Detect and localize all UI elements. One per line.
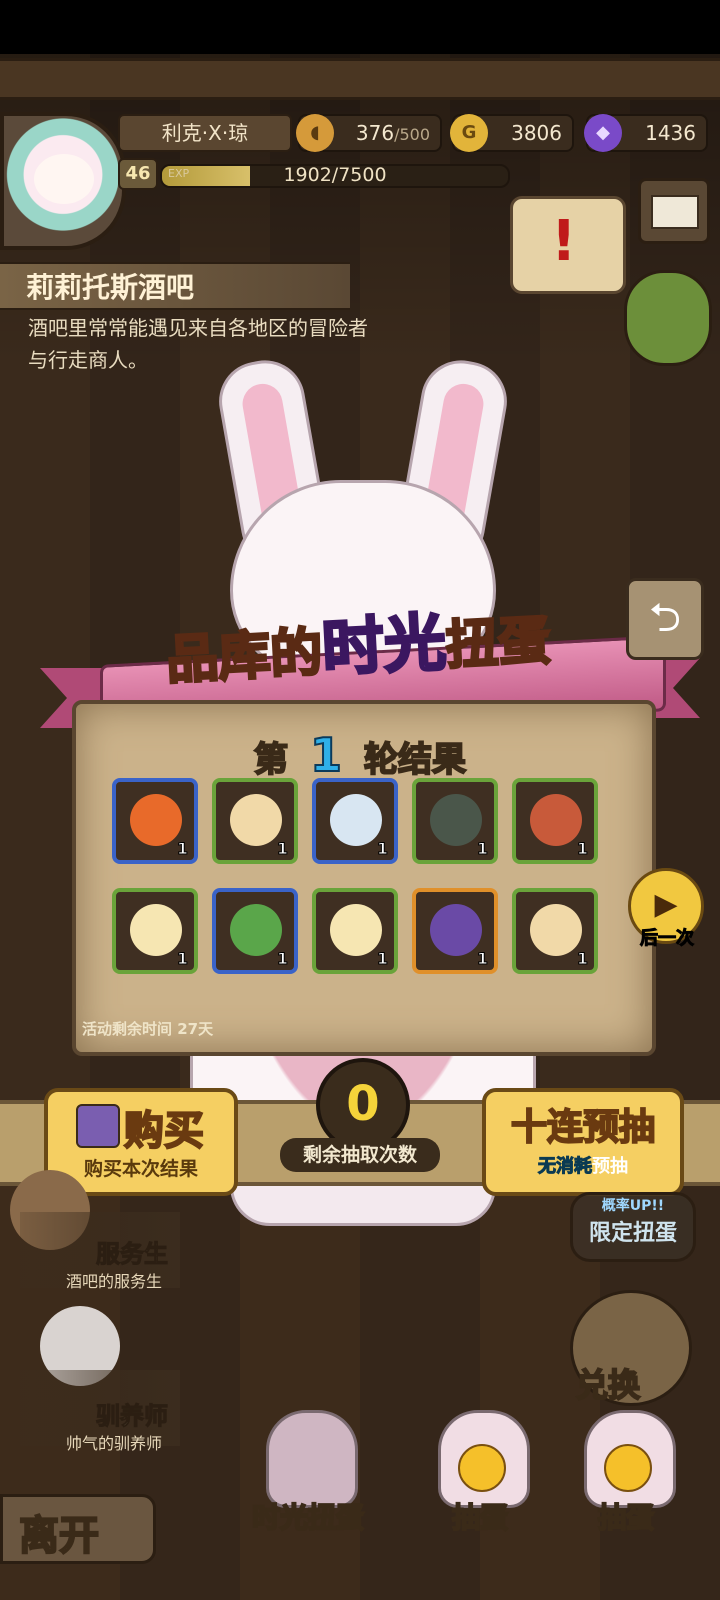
quest-scroll-icon[interactable]: ! [510,196,626,294]
item-quantity: 1 [276,839,288,859]
item-quantity: 1 [376,949,388,969]
item-quantity: 1 [276,949,288,969]
time-gacha-label: 时光扭蛋 [251,1500,365,1535]
result-item-silver-egg[interactable]: 1 [112,888,198,974]
ten-pull-label: 十连预抽 [510,1106,656,1149]
ceiling-beam [0,58,720,100]
lava-egg-icon [530,794,582,846]
backpack-icon[interactable] [624,270,712,366]
buy-label: 购买 [123,1107,205,1155]
gold-value: 3806 [511,121,562,145]
waiter-desc: 酒吧的服务生 [66,1272,163,1291]
location-title: 莉莉托斯酒吧 [26,271,195,304]
status-bar [0,0,720,54]
round-prefix: 第 [253,739,289,781]
result-item-cloud-ship[interactable]: 1 [312,778,398,864]
pocket-watch-icon [430,904,482,956]
limited-gacha-button[interactable]: 概率UP!! 限定扭蛋 [570,1192,696,1262]
gem-gacha-label: 抽蛋 [451,1500,509,1535]
event-timer: 活动剩余时间 27天 [82,1020,214,1038]
item-quantity: 1 [476,949,488,969]
time-gacha-button[interactable]: 时光扭蛋 [248,1400,368,1540]
trainer-desc: 帅气的驯养师 [66,1434,163,1453]
gold-gacha-label: 抽蛋 [597,1500,655,1535]
exp-text: 1902/7500 [283,164,387,186]
location-banner: 莉莉托斯酒吧 [0,262,350,310]
result-item-silver-egg[interactable]: 1 [312,888,398,974]
remaining-draws-label: 剩余抽取次数 [280,1138,440,1172]
ten-pull-preview-button[interactable]: 十连预抽 无消耗预抽 [482,1088,684,1196]
event-title-part3: 扭蛋 [443,609,553,677]
fire-horn-icon [130,794,182,846]
gold-counter[interactable]: G 3806 [450,114,574,152]
gem-gacha-button[interactable]: 抽蛋 [420,1400,540,1540]
gift-icon [76,1104,120,1148]
event-title-part1: 品库的 [163,621,325,692]
exp-bar: EXP 1902/7500 [160,164,510,188]
leave-label: 离开 [18,1512,100,1560]
bread-icon: ◖ [296,114,334,152]
gem-counter[interactable]: ◆ 1436 [584,114,708,152]
result-item-pocket-watch[interactable]: 1 [412,888,498,974]
player-level: 46 [118,158,158,190]
player-avatar[interactable] [0,112,126,250]
leave-button[interactable]: 离开 [0,1494,156,1564]
waiter-name: 服务生 [96,1240,169,1269]
stamina-max: /500 [394,125,430,144]
cream-egg-icon [530,904,582,956]
envelope-icon [651,195,699,229]
round-heading: 第 1 轮结果 [0,727,720,783]
trainer-name: 驯养师 [96,1402,169,1431]
return-button[interactable]: ⮌ [626,578,704,660]
silver-egg-icon [330,904,382,956]
turtle-shell-icon [430,794,482,846]
ten-pull-preview-text: 预抽 [592,1156,628,1177]
time-gacha-icon [266,1410,358,1508]
item-quantity: 1 [576,949,588,969]
cloud-ship-icon [330,794,382,846]
item-quantity: 1 [476,839,488,859]
stamina-counter[interactable]: ◖ 376/500 [296,114,442,152]
result-item-cactus-egg[interactable]: 1 [212,888,298,974]
result-item-turtle-shell[interactable]: 1 [412,778,498,864]
buy-sublabel: 购买本次结果 [83,1158,198,1180]
gem-value: 1436 [645,121,696,145]
result-item-fire-horn[interactable]: 1 [112,778,198,864]
avatar-face [34,154,94,204]
item-quantity: 1 [376,839,388,859]
mail-button[interactable] [638,178,710,244]
silver-egg-icon [130,904,182,956]
result-item-cream-egg[interactable]: 1 [512,888,598,974]
cream-egg-icon [230,794,282,846]
gacha-egg-icon [458,1444,506,1492]
stamina-value: 376 [355,121,395,145]
round-number: 1 [309,727,343,783]
gold-coin-icon: G [450,114,488,152]
result-item-lava-egg[interactable]: 1 [512,778,598,864]
item-quantity: 1 [176,839,188,859]
player-name: 利克·X·琼 [118,114,292,152]
gem-icon: ◆ [584,114,622,152]
event-title-part2: 时光 [319,604,450,686]
cactus-egg-icon [230,904,282,956]
result-item-cream-egg[interactable]: 1 [212,778,298,864]
round-suffix: 轮结果 [363,739,467,781]
ten-pull-sublabel: 无消耗预抽 [486,1152,680,1178]
gacha-egg-icon [604,1444,652,1492]
gold-gacha-button[interactable]: 抽蛋 [566,1400,686,1540]
ten-pull-free-text: 无消耗 [538,1156,593,1178]
item-quantity: 1 [576,839,588,859]
item-quantity: 1 [176,949,188,969]
limited-gacha-label: 限定扭蛋 [588,1221,677,1246]
limited-gacha-tag: 概率UP!! [601,1198,665,1214]
next-result-label[interactable]: 后一次 [632,924,702,950]
